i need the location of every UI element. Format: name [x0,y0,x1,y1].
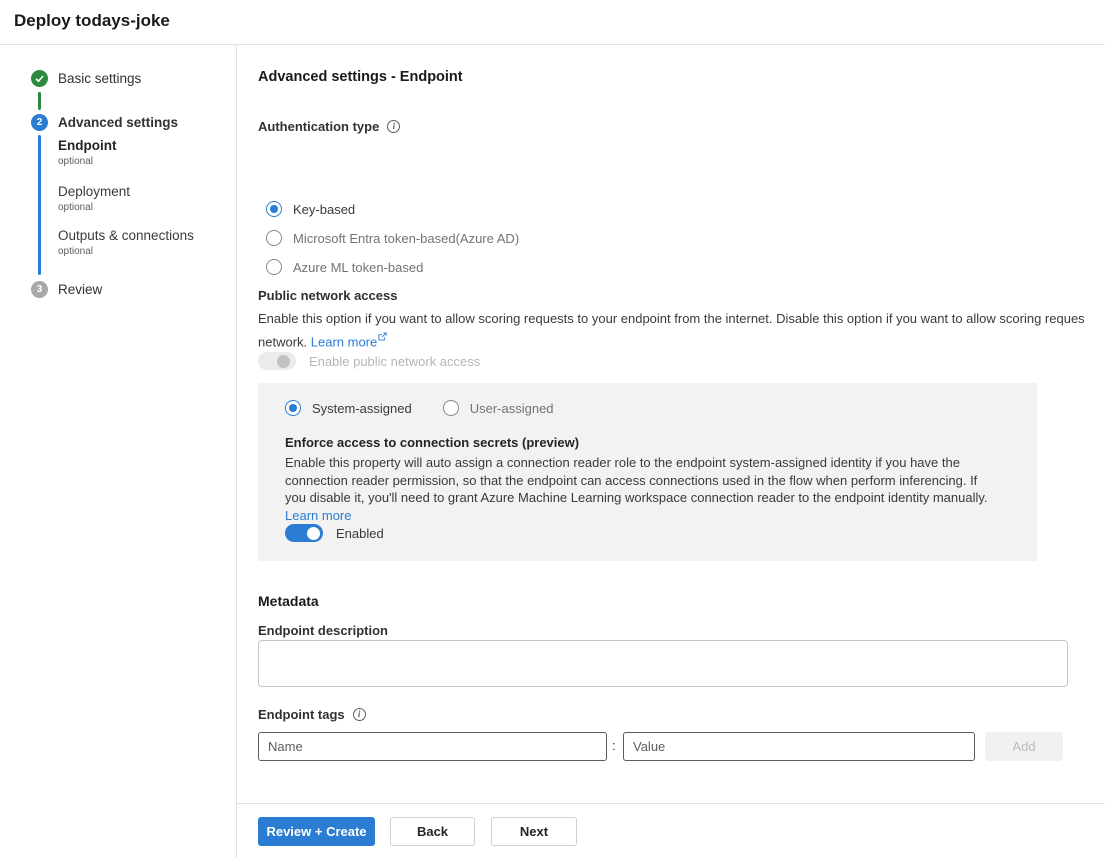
radio-unselected-icon [266,230,282,246]
step-advanced-settings[interactable]: Advanced settings [58,115,178,130]
identity-panel: System-assigned User-assigned Enforce ac… [258,383,1037,561]
external-link-icon [378,329,387,344]
enforce-secrets-description: Enable this property will auto assign a … [285,454,993,524]
identity-radio-group: System-assigned User-assigned [285,400,554,416]
next-button[interactable]: Next [491,817,577,846]
metadata-heading: Metadata [258,593,319,609]
radio-system-assigned-label[interactable]: System-assigned [312,401,412,416]
tag-name-input[interactable] [258,732,607,761]
add-tag-button[interactable]: Add [985,732,1063,761]
endpoint-tags-text: Endpoint tags [258,707,345,722]
public-network-description-line1: Enable this option if you want to allow … [258,311,1084,326]
radio-selected-icon [266,201,282,217]
radio-key-based-label: Key-based [293,202,355,217]
page-header: Deploy todays-joke [0,0,1105,45]
public-network-access-label: Public network access [258,288,397,303]
step-complete-check-icon [31,70,48,87]
radio-unselected-icon[interactable] [443,400,459,416]
info-icon[interactable]: i [353,708,366,721]
authentication-type-text: Authentication type [258,119,379,134]
step-review[interactable]: Review [58,282,102,297]
enforce-secrets-text: Enable this property will auto assign a … [285,455,988,505]
section-heading: Advanced settings - Endpoint [258,69,463,85]
radio-azureml-token[interactable]: Azure ML token-based [266,259,423,275]
review-create-button[interactable]: Review + Create [258,817,375,846]
toggle-knob [277,355,290,368]
main-content: Advanced settings - Endpoint Authenticat… [237,45,1105,858]
page-title: Deploy todays-joke [14,11,170,31]
step-3-icon: 3 [31,281,48,298]
step-2-icon: 2 [31,114,48,131]
radio-user-assigned-label[interactable]: User-assigned [470,401,554,416]
step-connector-blue [38,135,41,275]
enforce-toggle[interactable] [285,524,323,542]
tag-value-input[interactable] [623,732,975,761]
radio-selected-icon[interactable] [285,400,301,416]
substep-deployment-note: optional [58,202,93,213]
substep-deployment[interactable]: Deployment [58,184,130,199]
toggle-knob [307,527,320,540]
step-basic-settings[interactable]: Basic settings [58,71,141,86]
enforce-secrets-title: Enforce access to connection secrets (pr… [285,435,579,450]
substep-outputs-note: optional [58,246,93,257]
substep-endpoint[interactable]: Endpoint [58,138,116,153]
radio-entra-token-label: Microsoft Entra token-based(Azure AD) [293,231,519,246]
step-connector-green [38,92,41,110]
radio-unselected-icon [266,259,282,275]
radio-azureml-token-label: Azure ML token-based [293,260,423,275]
endpoint-description-input[interactable] [258,640,1068,687]
info-icon[interactable]: i [387,120,400,133]
learn-more-link[interactable]: Learn more [285,508,351,523]
authentication-type-label: Authentication type i [258,119,400,134]
footer-divider [237,803,1105,804]
tag-separator: : [612,738,616,753]
enforce-toggle-label: Enabled [336,526,384,541]
enforce-toggle-row[interactable]: Enabled [285,524,384,542]
endpoint-tags-label: Endpoint tags i [258,707,366,722]
substep-outputs-connections[interactable]: Outputs & connections [58,228,194,243]
public-network-toggle-row[interactable]: Enable public network access [258,352,480,370]
substep-endpoint-note: optional [58,156,93,167]
public-network-description-line2: network. Learn more [258,329,387,349]
radio-key-based[interactable]: Key-based [266,201,355,217]
radio-entra-token[interactable]: Microsoft Entra token-based(Azure AD) [266,230,519,246]
public-network-description-text: network. [258,334,307,349]
learn-more-link[interactable]: Learn more [311,334,377,349]
wizard-stepper-sidebar: Basic settings 2 Advanced settings Endpo… [0,45,237,858]
public-network-toggle[interactable] [258,352,296,370]
public-network-toggle-label: Enable public network access [309,354,480,369]
back-button[interactable]: Back [390,817,475,846]
endpoint-description-label: Endpoint description [258,623,388,638]
